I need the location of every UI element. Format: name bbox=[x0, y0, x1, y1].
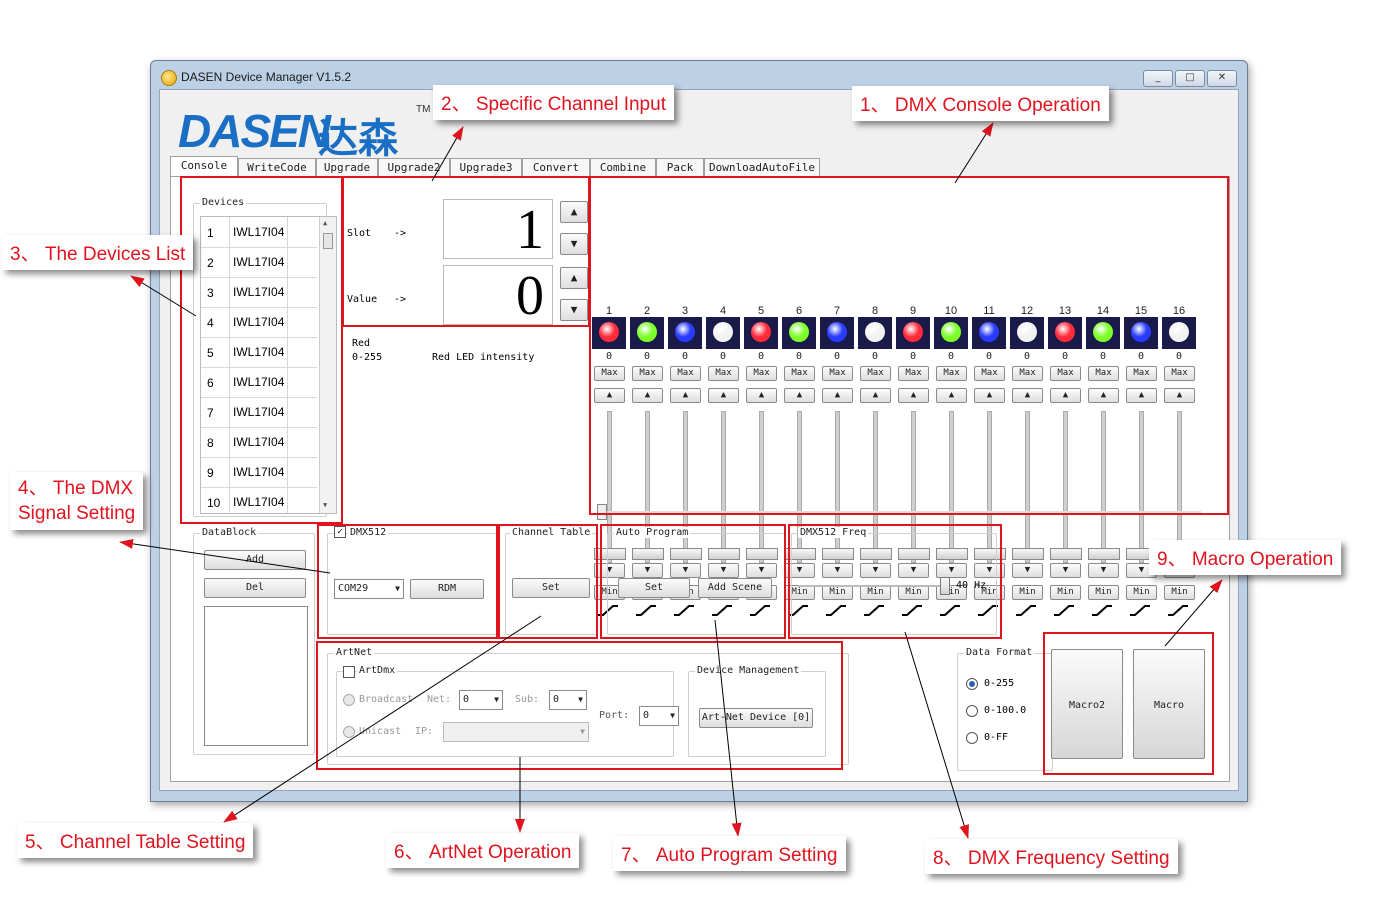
annotation-dmx-signal-line1: 4、 The DMX bbox=[18, 478, 134, 499]
arrow-5 bbox=[223, 615, 542, 823]
arrow-8 bbox=[904, 631, 969, 839]
annotation-channel-input: 2、 Specific Channel Input bbox=[433, 85, 674, 120]
annotation-channel-table: 5、 Channel Table Setting bbox=[17, 823, 254, 858]
arrow-4 bbox=[119, 538, 331, 574]
annotation-macro: 9、 Macro Operation bbox=[1149, 540, 1342, 575]
annotation-dmx-console: 1、 DMX Console Operation bbox=[852, 86, 1109, 121]
arrow-2 bbox=[431, 126, 464, 182]
annotation-auto-program: 7、 Auto Program Setting bbox=[613, 836, 846, 871]
arrow-3 bbox=[130, 275, 197, 317]
annotation-dmx-signal-line2: Signal Setting bbox=[18, 503, 136, 524]
annotation-arrows bbox=[119, 122, 1223, 839]
annotation-devices-list: 3、 The Devices List bbox=[2, 235, 194, 270]
arrow-7 bbox=[714, 619, 742, 837]
arrow-1 bbox=[954, 122, 994, 184]
annotation-dmx-freq: 8、 DMX Frequency Setting bbox=[925, 839, 1178, 874]
arrow-9 bbox=[1164, 579, 1223, 647]
annotation-dmx-signal: 4、 The DMX Signal Setting bbox=[10, 472, 144, 530]
annotation-artnet: 6、 ArtNet Operation bbox=[386, 833, 580, 868]
